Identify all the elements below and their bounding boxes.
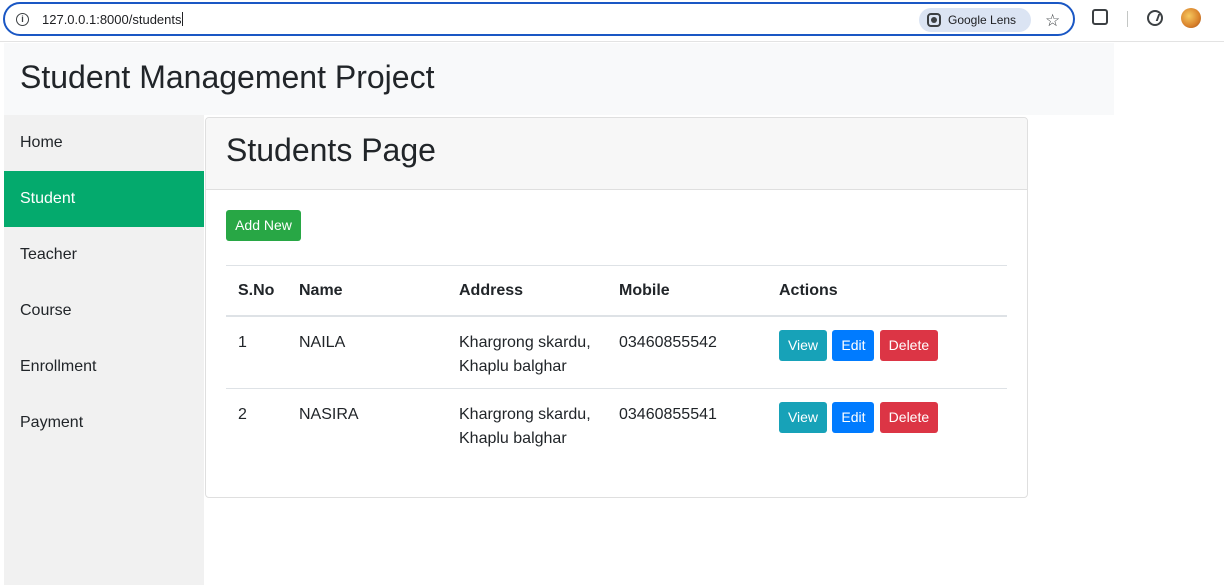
sidebar-item-teacher[interactable]: Teacher: [4, 227, 204, 283]
google-lens-button[interactable]: Google Lens: [919, 8, 1031, 32]
view-button[interactable]: View: [779, 329, 827, 361]
google-lens-label: Google Lens: [948, 13, 1017, 27]
view-button[interactable]: View: [779, 402, 827, 433]
delete-button[interactable]: Delete: [879, 329, 938, 361]
cell-actions: View Edit Delete: [767, 389, 1007, 462]
table-row: 1 NAILA Khargrong skardu, Khaplu balghar…: [226, 315, 1007, 389]
sidebar: Home Student Teacher Course Enrollment P…: [4, 115, 204, 585]
cell-mobile: 03460855541: [619, 406, 717, 423]
header-name: Name: [287, 265, 447, 317]
students-table: S.No Name Address Mobile Actions 1 NAILA…: [226, 265, 1007, 462]
header-sno: S.No: [226, 265, 287, 317]
cell-address: Khargrong skardu, Khaplu balghar: [459, 406, 591, 447]
browser-toolbar: i 127.0.0.1:8000/students Google Lens ☆: [0, 0, 1224, 42]
edit-button[interactable]: Edit: [832, 329, 875, 361]
cell-name: NAILA: [287, 315, 447, 389]
header-address: Address: [447, 265, 607, 317]
url-text[interactable]: 127.0.0.1:8000/students: [42, 12, 183, 27]
cell-address: Khargrong skardu, Khaplu balghar: [447, 315, 607, 389]
sidebar-item-home[interactable]: Home: [4, 115, 204, 171]
cell-actions: View Edit Delete: [767, 315, 1007, 389]
cell-sno: 2: [238, 406, 247, 423]
page-title: Students Page: [226, 132, 436, 168]
cell-mobile: 03460855542: [607, 315, 767, 389]
address-bar[interactable]: i 127.0.0.1:8000/students Google Lens ☆: [3, 2, 1075, 36]
header-mobile: Mobile: [607, 265, 767, 317]
bookmark-star-icon[interactable]: ☆: [1045, 11, 1060, 31]
sidebar-item-course[interactable]: Course: [4, 283, 204, 339]
cell-name: NASIRA: [299, 406, 359, 423]
add-new-button[interactable]: Add New: [226, 210, 301, 241]
app-title: Student Management Project: [20, 59, 435, 95]
sidebar-item-payment[interactable]: Payment: [4, 395, 204, 451]
delete-button[interactable]: Delete: [879, 402, 938, 433]
performance-icon[interactable]: [1147, 10, 1163, 26]
students-card: Students Page Add New S.No Name Address …: [205, 117, 1028, 498]
sidebar-item-student[interactable]: Student: [4, 171, 204, 227]
sidebar-item-enrollment[interactable]: Enrollment: [4, 339, 204, 395]
google-lens-icon: [927, 13, 941, 27]
profile-avatar[interactable]: [1181, 8, 1201, 28]
cell-sno: 1: [226, 315, 287, 389]
header-actions: Actions: [767, 265, 1007, 317]
site-info-icon[interactable]: i: [16, 13, 29, 26]
toolbar-divider: [1127, 11, 1128, 27]
table-header-row: S.No Name Address Mobile Actions: [226, 265, 1007, 317]
app-header: Student Management Project: [4, 43, 1114, 115]
table-row: 2 NASIRA Khargrong skardu, Khaplu balgha…: [226, 389, 1007, 462]
extensions-icon[interactable]: [1092, 9, 1108, 25]
card-header: Students Page: [206, 118, 1027, 190]
edit-button[interactable]: Edit: [832, 402, 875, 433]
